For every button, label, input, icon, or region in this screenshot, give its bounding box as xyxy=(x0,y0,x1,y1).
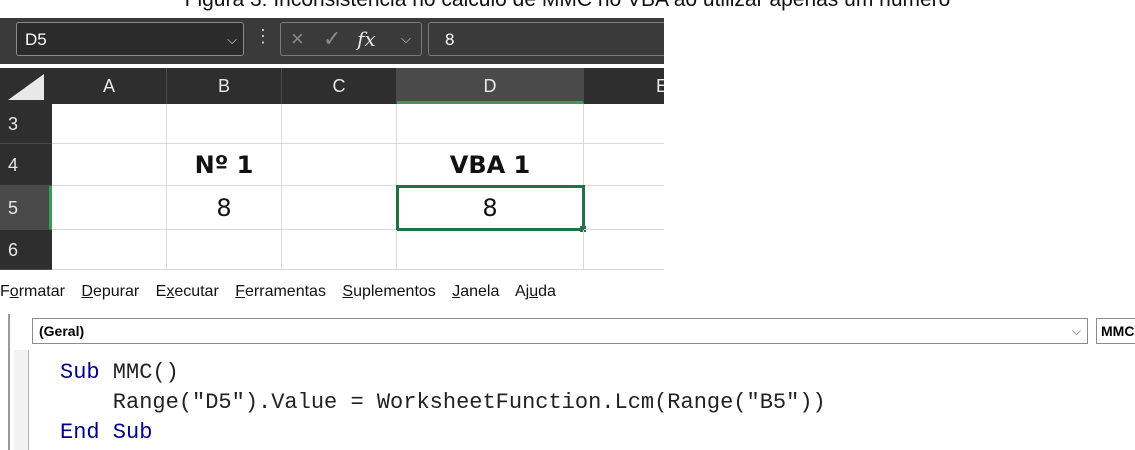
cell-c6[interactable] xyxy=(282,230,397,270)
cell-e5[interactable] xyxy=(584,186,664,230)
code-line-3: End Sub xyxy=(60,420,153,445)
cell-e6[interactable] xyxy=(584,230,664,270)
window-edge xyxy=(8,314,10,450)
row-header-6[interactable]: 6 xyxy=(0,230,52,270)
column-header-d[interactable]: D xyxy=(397,68,584,104)
menu-executar[interactable]: Executar xyxy=(156,283,219,300)
cell-d4[interactable]: VBA 1 xyxy=(397,144,584,186)
menu-suplementos[interactable]: Suplementos xyxy=(342,283,435,300)
select-all-corner[interactable] xyxy=(0,68,52,104)
cancel-icon[interactable]: × xyxy=(291,23,304,55)
cell-b6[interactable] xyxy=(167,230,282,270)
row-header-3[interactable]: 3 xyxy=(0,104,52,144)
formula-bar: D5 ⌵ ⋮ × ✓ fx ⌵ 8 xyxy=(0,18,664,64)
cell-a4[interactable] xyxy=(52,144,167,186)
chevron-down-icon[interactable]: ⌵ xyxy=(1072,319,1081,343)
cell-a6[interactable] xyxy=(52,230,167,270)
procedure-combo-value: MMC xyxy=(1101,323,1135,339)
menu-depurar[interactable]: Depurar xyxy=(81,283,139,300)
name-box-value: D5 xyxy=(25,30,47,49)
column-header-c[interactable]: C xyxy=(282,68,397,104)
row-header-5[interactable]: 5 xyxy=(0,186,52,230)
cell-d6[interactable] xyxy=(397,230,584,270)
figure-caption: Figura 3: Inconsistência no cálculo de M… xyxy=(0,0,1135,12)
menu-ferramentas[interactable]: Ferramentas xyxy=(235,283,326,300)
menu-janela[interactable]: Janela xyxy=(452,283,499,300)
menu-ajuda[interactable]: Ajuda xyxy=(515,283,556,300)
cell-c5[interactable] xyxy=(282,186,397,230)
object-combo[interactable]: (Geral) ⌵ xyxy=(32,318,1088,344)
code-line-1: MMC() xyxy=(99,360,179,385)
procedure-combo[interactable]: MMC xyxy=(1096,318,1135,344)
name-box[interactable]: D5 ⌵ xyxy=(16,22,244,56)
cell-b5[interactable]: 8 xyxy=(167,186,282,230)
cell-e4[interactable] xyxy=(584,144,664,186)
column-header-a[interactable]: A xyxy=(52,68,167,104)
cell-a3[interactable] xyxy=(52,104,167,144)
formula-input[interactable]: 8 xyxy=(428,22,664,56)
insert-function-icon[interactable]: fx xyxy=(357,23,376,55)
chevron-down-icon[interactable]: ⌵ xyxy=(227,23,237,57)
formula-controls: × ✓ fx ⌵ xyxy=(280,22,422,56)
more-options-icon[interactable]: ⋮ xyxy=(254,26,272,47)
chevron-down-icon[interactable]: ⌵ xyxy=(401,23,411,55)
menu-formatar[interactable]: Formatar xyxy=(0,283,65,300)
column-headers: A B C D E xyxy=(0,68,664,104)
cell-d5-active[interactable]: 8 xyxy=(396,185,585,231)
cell-c4[interactable] xyxy=(282,144,397,186)
cell-d3[interactable] xyxy=(397,104,584,144)
code-margin xyxy=(14,350,29,450)
code-editor[interactable]: Sub MMC() Range("D5").Value = WorksheetF… xyxy=(60,358,826,448)
code-line-2: Range("D5").Value = WorksheetFunction.Lc… xyxy=(60,390,826,415)
excel-window: D5 ⌵ ⋮ × ✓ fx ⌵ 8 A B C D E 3 4 5 6 Nº 1… xyxy=(0,0,664,270)
column-header-b[interactable]: B xyxy=(167,68,282,104)
code-keyword-sub: Sub xyxy=(60,360,100,385)
cell-a5[interactable] xyxy=(52,186,167,230)
cell-e3[interactable] xyxy=(584,104,664,144)
object-combo-value: (Geral) xyxy=(39,323,85,339)
cell-c3[interactable] xyxy=(282,104,397,144)
cell-b3[interactable] xyxy=(167,104,282,144)
column-header-e[interactable]: E xyxy=(584,68,664,104)
cell-b4[interactable]: Nº 1 xyxy=(167,144,282,186)
vba-menu-bar: Formatar Depurar Executar Ferramentas Su… xyxy=(0,283,568,309)
enter-icon[interactable]: ✓ xyxy=(323,23,341,55)
row-header-4[interactable]: 4 xyxy=(0,144,52,186)
